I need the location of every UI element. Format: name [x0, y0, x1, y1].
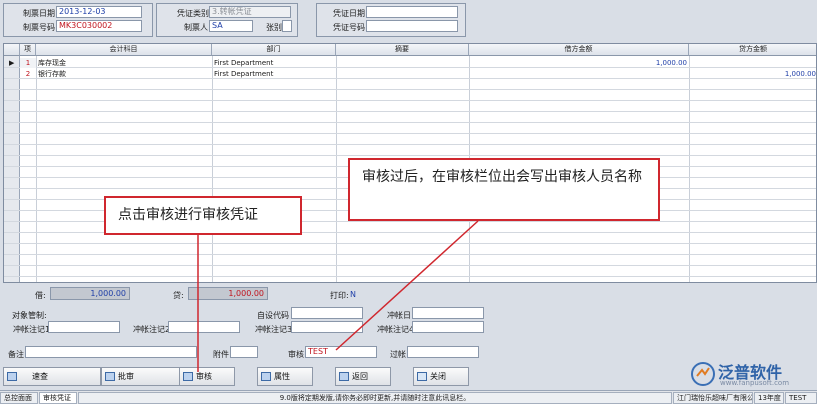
grid-row-line: [4, 155, 816, 156]
row-2-dept[interactable]: First Department: [214, 69, 273, 79]
rev-note4-label: 冲帐注记4: [377, 325, 415, 334]
row-1-debit[interactable]: 1,000.00: [469, 58, 687, 68]
annotation-right: 审核过后，在审核栏位出会写出审核人员名称: [348, 158, 660, 221]
rev-note2-label: 冲帐注记2: [133, 325, 171, 334]
grid-row-line: [4, 67, 816, 68]
rev-note3-field[interactable]: [291, 321, 363, 333]
grid-row-line: [4, 89, 816, 90]
grid-row-line: [4, 133, 816, 134]
voucher-number-field[interactable]: [366, 20, 458, 32]
attachment-field[interactable]: [230, 346, 258, 358]
voucher-date-field[interactable]: [366, 6, 458, 18]
status-user: TEST: [785, 392, 817, 404]
voucher-type-label: 凭证类别: [177, 9, 209, 18]
attach-count-label: 张别: [266, 23, 282, 32]
status-bar: 总控面面 审核凭证 9.0版将定期发版,请你务必即时更新,并请随时注意此讯息栏。…: [0, 390, 817, 404]
watermark-url: www.fanpusoft.com: [720, 379, 790, 387]
back-button[interactable]: 返回: [335, 367, 391, 386]
attachment-label: 附件: [213, 350, 229, 359]
fanpu-logo-icon: [691, 362, 715, 386]
status-tab-audit[interactable]: 审核凭证: [39, 392, 77, 404]
browse-icon: [7, 372, 17, 381]
audit-button[interactable]: 审核: [179, 367, 235, 386]
object-control-label: 对象管制:: [12, 311, 47, 320]
row-2-no: 2: [25, 70, 31, 78]
status-tab-main[interactable]: 总控面面: [0, 392, 38, 404]
col-header-no[interactable]: 项: [20, 44, 36, 56]
col-header-corner: [4, 44, 20, 56]
browse-button[interactable]: 速查: [3, 367, 101, 386]
posting-label: 过帐: [390, 350, 406, 359]
audit-label: 审核: [288, 350, 304, 359]
watermark-logo: 泛普软件 www.fanpusoft.com: [690, 358, 814, 390]
voucher-type-select[interactable]: 3.转帐凭证: [209, 6, 291, 18]
batch-approve-icon: [105, 372, 115, 381]
grid-row-line: [4, 254, 816, 255]
col-header-debit[interactable]: 借方金额: [469, 44, 689, 56]
print-label: 打印:: [330, 291, 349, 300]
debit-total-value: 1,000.00: [50, 287, 130, 300]
print-value: N: [350, 290, 356, 299]
row-1-dept[interactable]: First Department: [214, 58, 273, 68]
col-header-account[interactable]: 会计科目: [36, 44, 212, 56]
voucher-no-label: 制票号码: [23, 23, 55, 32]
row-1-account[interactable]: 库存现金: [38, 58, 66, 68]
close-button[interactable]: 关闭: [413, 367, 469, 386]
audit-icon: [183, 372, 193, 381]
col-header-summary[interactable]: 摘要: [336, 44, 469, 56]
grid-row-line: [4, 100, 816, 101]
audit-field[interactable]: TEST: [305, 346, 377, 358]
debit-total-label: 借:: [35, 291, 46, 300]
status-message: 9.0版将定期发版,请你务必即时更新,并请随时注意此讯息栏。: [78, 392, 672, 404]
rev-note1-label: 冲帐注记1: [13, 325, 51, 334]
reversal-date-field[interactable]: [412, 307, 484, 319]
rev-note1-field[interactable]: [48, 321, 120, 333]
status-company: 江门瑞怡乐超味厂有限公司: [673, 392, 753, 404]
properties-button[interactable]: 属性: [257, 367, 313, 386]
voucher-no-field[interactable]: MK3C030002: [56, 20, 142, 32]
credit-total-label: 贷:: [173, 291, 184, 300]
remark-field[interactable]: [25, 346, 197, 358]
voucher-date-label: 凭证日期: [333, 9, 365, 18]
rev-note4-field[interactable]: [412, 321, 484, 333]
credit-total-value: 1,000.00: [188, 287, 268, 300]
maker-label: 制票人: [184, 23, 208, 32]
voucher-number-label: 凭证号码: [333, 23, 365, 32]
col-header-credit[interactable]: 贷方金额: [689, 44, 816, 56]
row-2-account[interactable]: 银行存款: [38, 69, 66, 79]
remark-label: 备注: [8, 350, 24, 359]
status-period: 13年度: [754, 392, 784, 404]
back-icon: [339, 372, 349, 381]
rev-note2-field[interactable]: [168, 321, 240, 333]
grid-row-line: [4, 144, 816, 145]
posting-field[interactable]: [407, 346, 479, 358]
custom-code-field[interactable]: [291, 307, 363, 319]
date-field[interactable]: 2013-12-03: [56, 6, 142, 18]
grid-row-line: [4, 111, 816, 112]
custom-code-label: 自设代码: [257, 311, 289, 320]
grid-row-line: [4, 276, 816, 277]
row-2-credit[interactable]: 1,000.00: [689, 69, 816, 79]
attach-count-field[interactable]: [282, 20, 292, 32]
annotation-left: 点击审核进行审核凭证: [104, 196, 302, 235]
reversal-date-label: 冲帐日: [387, 311, 411, 320]
row-current-marker: ▶: [9, 59, 15, 67]
date-label: 制票日期: [23, 9, 55, 18]
maker-field[interactable]: SA: [209, 20, 253, 32]
col-header-dept[interactable]: 部门: [212, 44, 336, 56]
properties-icon: [261, 372, 271, 381]
grid-row-line: [4, 243, 816, 244]
row-1-no: 1: [20, 58, 36, 68]
grid-row-line: [4, 122, 816, 123]
grid-row-line: [4, 265, 816, 266]
close-icon: [417, 372, 427, 381]
rev-note3-label: 冲帐注记3: [255, 325, 293, 334]
